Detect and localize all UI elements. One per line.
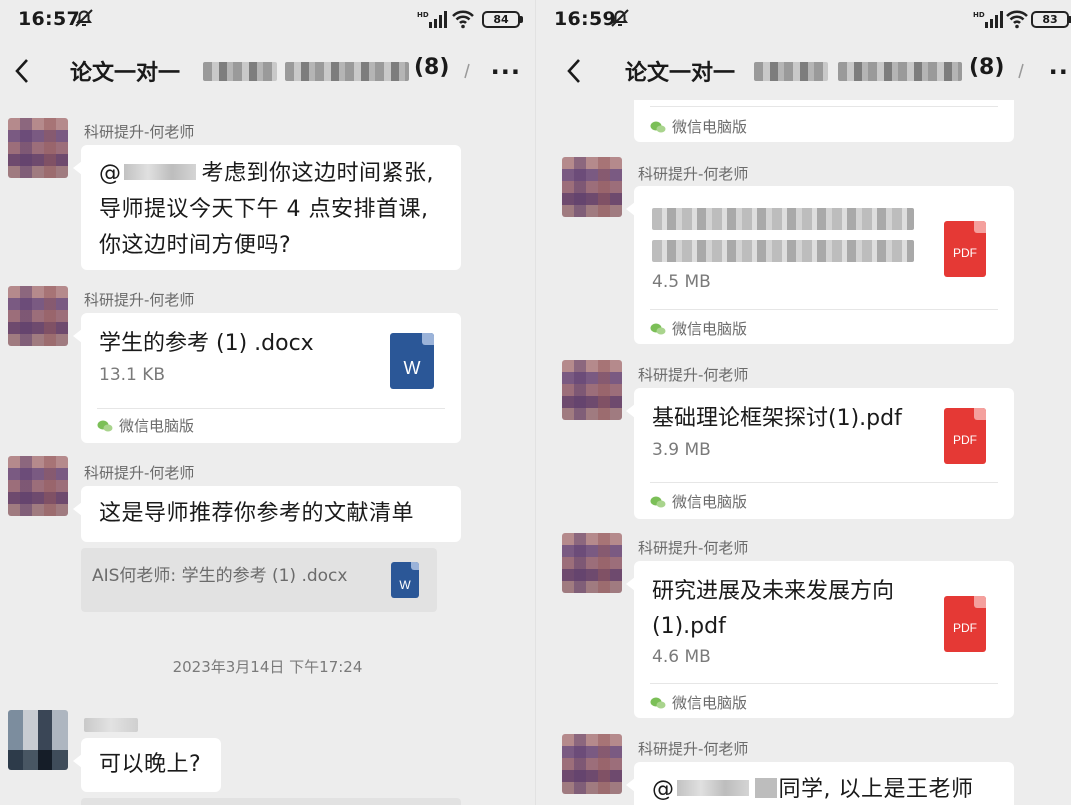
sender-name: 科研提升-何老师 <box>638 165 749 183</box>
nav-bar: 论文一对一 (8) ··· <box>0 42 535 100</box>
wechat-icon <box>650 323 666 335</box>
pdf-file-icon: PDF <box>944 408 986 464</box>
file-name: 基础理论框架探讨(1).pdf <box>652 406 902 431</box>
message-text: @ 同学, 以上是王老师 <box>652 777 974 802</box>
redacted-name <box>754 62 828 81</box>
mute-bell-icon <box>611 9 629 27</box>
wifi-icon <box>452 10 474 29</box>
file-message-card[interactable]: 微信电脑版 <box>634 100 1014 142</box>
avatar[interactable] <box>562 734 622 794</box>
redacted-mention <box>123 164 196 180</box>
chat-screen-left: 16:57 HD 84 论文一对一 (8) ··· 科研提升-何老师 @ 考虑到… <box>0 0 535 805</box>
file-size: 3.9 MB <box>652 440 711 460</box>
source-label: 微信电脑版 <box>650 491 747 512</box>
file-size: 4.6 MB <box>652 647 711 667</box>
file-name-line: (1).pdf <box>652 614 726 639</box>
message-text: @ 考虑到你这边时间紧张, 导师提议今天下午 4 点安排首课, 你这边时间方便吗? <box>99 161 434 258</box>
wechat-icon <box>97 420 113 432</box>
sender-name: 科研提升-何老师 <box>638 366 749 384</box>
sender-name: 科研提升-何老师 <box>84 291 195 309</box>
message-bubble[interactable]: @ 同学, 以上是王老师 <box>626 762 1014 805</box>
message-text: 可以晚上? <box>99 752 202 777</box>
file-message-card[interactable]: 研究进展及未来发展方向 (1).pdf 4.6 MB PDF 微信电脑版 <box>626 561 1014 718</box>
redacted-name <box>838 62 962 81</box>
file-message-card[interactable]: 学生的参考 (1) .docx 13.1 KB W 微信电脑版 <box>73 313 461 443</box>
status-time: 16:59 <box>554 8 616 30</box>
avatar[interactable] <box>562 533 622 593</box>
status-bar: 16:57 HD 84 <box>0 0 535 42</box>
signal-icon: HD <box>973 11 1003 28</box>
member-count: (8) <box>414 55 450 80</box>
edit-icon <box>1018 63 1024 79</box>
svg-text:HD: HD <box>973 11 985 19</box>
avatar[interactable] <box>562 157 622 217</box>
wechat-icon <box>650 496 666 508</box>
redacted-mention <box>754 778 777 798</box>
edit-icon <box>464 63 470 79</box>
word-document-icon: W <box>390 333 434 389</box>
divider <box>650 683 998 684</box>
more-options-button[interactable]: ··· <box>1049 58 1071 86</box>
redacted-file-name <box>652 240 914 262</box>
divider <box>650 482 998 483</box>
redacted-sender-name <box>84 718 138 732</box>
divider <box>650 309 998 310</box>
wechat-icon <box>650 697 666 709</box>
message-bubble[interactable]: 可以晚上? <box>73 738 221 792</box>
chat-screen-right: 16:59 HD 83 论文一对一 (8) ··· <box>536 0 1071 805</box>
avatar[interactable] <box>562 360 622 420</box>
file-name: 学生的参考 (1) .docx <box>99 331 314 356</box>
back-arrow-icon[interactable] <box>10 56 34 86</box>
divider <box>650 106 998 107</box>
chat-title: 论文一对一 <box>70 61 181 86</box>
sender-name: 科研提升-何老师 <box>638 539 749 557</box>
file-size: 13.1 KB <box>99 365 166 385</box>
message-bubble[interactable]: 这是导师推荐你参考的文献清单 <box>73 486 461 542</box>
pdf-file-icon: PDF <box>944 596 986 652</box>
status-time: 16:57 <box>18 8 80 30</box>
sender-name: 科研提升-何老师 <box>84 464 195 482</box>
member-count: (8) <box>969 55 1005 80</box>
file-name-line: 研究进展及未来发展方向 <box>652 579 895 604</box>
nav-bar: 论文一对一 (8) ··· <box>536 42 1071 100</box>
pdf-file-icon: PDF <box>944 221 986 277</box>
sender-name: 科研提升-何老师 <box>84 123 195 141</box>
timestamp: 2023年3月14日 下午17:24 <box>172 658 363 676</box>
back-arrow-icon[interactable] <box>562 56 586 86</box>
quoted-message[interactable] <box>81 798 461 805</box>
source-label: 微信电脑版 <box>650 318 747 339</box>
source-label: 微信电脑版 <box>97 415 194 436</box>
battery-indicator: 84 <box>482 11 523 28</box>
avatar[interactable] <box>8 456 68 516</box>
redacted-file-name <box>652 208 914 230</box>
redacted-name <box>285 62 409 81</box>
sender-name: 科研提升-何老师 <box>638 740 749 758</box>
file-size: 4.5 MB <box>652 272 711 292</box>
signal-icon: HD <box>417 11 447 28</box>
avatar[interactable] <box>8 286 68 346</box>
quoted-text: AIS何老师: 学生的参考 (1) .docx <box>92 566 348 586</box>
avatar[interactable] <box>8 710 68 770</box>
battery-indicator: 83 <box>1031 11 1071 28</box>
source-label: 微信电脑版 <box>650 692 747 713</box>
source-label: 微信电脑版 <box>650 116 747 137</box>
redacted-name <box>203 62 277 81</box>
quoted-message[interactable]: AIS何老师: 学生的参考 (1) .docx W <box>81 548 437 612</box>
status-bar: 16:59 HD 83 <box>536 0 1071 42</box>
avatar[interactable] <box>8 118 68 178</box>
divider <box>97 408 445 409</box>
svg-text:HD: HD <box>417 11 429 19</box>
file-message-card[interactable]: 基础理论框架探讨(1).pdf 3.9 MB PDF 微信电脑版 <box>626 388 1014 519</box>
wechat-icon <box>650 121 666 133</box>
word-document-icon: W <box>391 562 419 598</box>
more-options-button[interactable]: ··· <box>491 58 521 86</box>
chat-title: 论文一对一 <box>625 61 736 86</box>
file-message-card[interactable]: 4.5 MB PDF 微信电脑版 <box>626 186 1014 344</box>
message-bubble[interactable]: @ 考虑到你这边时间紧张, 导师提议今天下午 4 点安排首课, 你这边时间方便吗? <box>73 145 461 270</box>
message-text: 这是导师推荐你参考的文献清单 <box>99 501 415 526</box>
wifi-icon <box>1006 10 1028 29</box>
redacted-mention <box>676 780 749 796</box>
mute-bell-icon <box>75 9 93 27</box>
